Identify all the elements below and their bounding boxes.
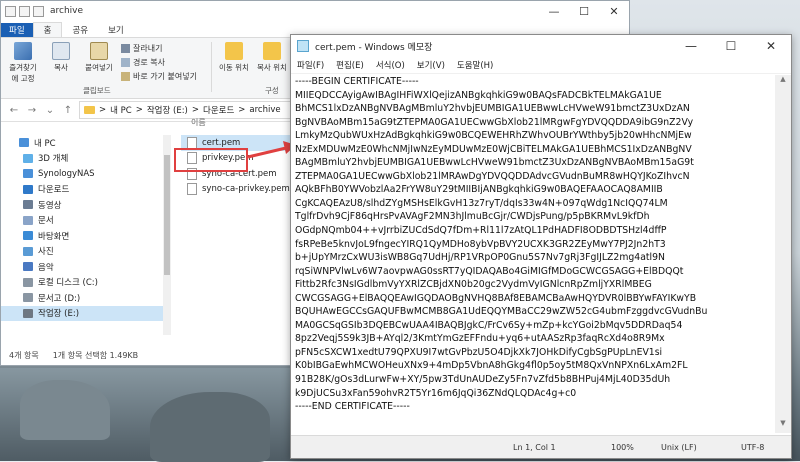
explorer-title: archive [50,6,84,16]
tab-view[interactable]: 보기 [98,23,134,37]
nav-item-local-disk-c[interactable]: 로컬 디스크 (C:) [1,275,171,291]
forward-arrow-icon[interactable]: → [25,105,39,116]
organize-group-label: 구성 [265,86,279,95]
nav-scrollbar[interactable] [163,135,171,335]
notepad-menubar: 파일(F) 편집(E) 서식(O) 보기(V) 도움말(H) [291,57,791,74]
nav-item-drive-e[interactable]: 작업장 (E:) [1,305,171,321]
document-icon [23,215,33,225]
column-header-name[interactable]: 이름 [181,115,291,129]
nav-item-pictures[interactable]: 사진 [1,244,171,260]
background-rock [150,392,270,462]
tab-home[interactable]: 홈 [32,22,63,37]
drive-icon [23,293,33,303]
highlight-box [174,148,248,172]
folder-icon[interactable] [5,5,16,17]
zoom-level: 100% [611,442,634,452]
video-icon [23,200,33,210]
navigation-pane: 내 PC 3D 개체 SynologyNAS 다운로드 동영상 문서 바탕화면 … [1,115,171,335]
properties-icon[interactable] [19,5,30,17]
move-folder-icon [224,42,243,60]
clipboard-small-actions: 잘라내기 경로 복사 바로 가기 붙여넣기 [121,42,197,82]
shortcut-icon [121,72,130,81]
nav-item-drive-d[interactable]: 문서고 (D:) [1,290,171,306]
maximize-button[interactable]: ☐ [711,39,751,53]
item-count: 4개 항목 [9,350,39,360]
clipboard-icon [90,42,108,60]
folder-icon [84,106,95,114]
cursor-position: Ln 1, Col 1 [513,442,556,452]
notepad-icon [297,40,309,52]
nav-item-downloads[interactable]: 다운로드 [1,182,171,198]
copy-button[interactable]: 복사 [45,42,77,73]
notepad-titlebar: cert.pem - Windows 메모장 — ☐ ✕ [291,35,791,57]
copy-path-button[interactable]: 경로 복사 [121,57,197,68]
file-icon [187,183,197,196]
notepad-window: cert.pem - Windows 메모장 — ☐ ✕ 파일(F) 편집(E)… [290,34,792,459]
nav-item-3d-objects[interactable]: 3D 개체 [1,151,171,167]
maximize-button[interactable]: ☐ [569,5,599,18]
clipboard-group-label: 클립보드 [83,86,111,95]
new-folder-icon[interactable] [33,5,44,17]
nav-item-videos[interactable]: 동영상 [1,197,171,213]
download-icon [23,184,33,194]
drive-icon [23,308,33,318]
nav-item-music[interactable]: 음악 [1,259,171,275]
menu-edit[interactable]: 편집(E) [336,59,364,71]
explorer-titlebar: archive — ☐ ✕ [1,1,629,21]
notepad-text-area[interactable]: -----BEGIN CERTIFICATE----- MIIEQDCCAyig… [295,75,775,425]
quick-access-toolbar [1,5,44,17]
up-arrow-icon[interactable]: ↑ [61,105,75,116]
scroll-up-icon[interactable]: ▲ [775,75,791,89]
nav-item-synologynas[interactable]: SynologyNAS [1,166,171,182]
encoding: UTF-8 [741,442,765,452]
nav-scrollbar-thumb[interactable] [164,155,170,275]
network-drive-icon [23,169,33,179]
notepad-title: cert.pem - Windows 메모장 [315,42,433,53]
pin-to-quick-access-button[interactable]: 즐겨찾기에 고정 [7,42,39,84]
back-arrow-icon[interactable]: ← [7,105,21,116]
move-to-button[interactable]: 이동 위치 [218,42,250,73]
path-icon [121,58,130,67]
breadcrumb-archive[interactable]: archive [249,105,280,115]
copy-to-button[interactable]: 복사 위치 [256,42,288,73]
menu-format[interactable]: 서식(O) [376,59,405,71]
cut-button[interactable]: 잘라내기 [121,43,197,54]
recent-chevron-icon[interactable]: ⌄ [43,105,57,116]
menu-view[interactable]: 보기(V) [417,59,445,71]
paste-shortcut-button[interactable]: 바로 가기 붙여넣기 [121,71,197,82]
copy-icon [52,42,70,60]
minimize-button[interactable]: — [671,39,711,53]
pin-icon [14,42,32,60]
minimize-button[interactable]: — [539,5,569,18]
scissors-icon [121,44,130,53]
nav-item-documents[interactable]: 문서 [1,213,171,229]
tab-share[interactable]: 공유 [62,23,98,37]
close-button[interactable]: ✕ [751,39,791,53]
notepad-status-bar: Ln 1, Col 1 100% Unix (LF) UTF-8 [291,435,791,458]
nav-item-this-pc[interactable]: 내 PC [1,135,171,151]
paste-button[interactable]: 붙여넣기 [83,42,115,73]
file-icon [187,136,197,149]
computer-icon [19,138,29,148]
file-row-syno-ca-privkey-pem[interactable]: syno-ca-privkey.pem [181,182,291,198]
drive-icon [23,277,33,287]
selection-info: 1개 항목 선택함 1.49KB [52,350,139,360]
menu-help[interactable]: 도움말(H) [457,59,493,71]
scroll-down-icon[interactable]: ▼ [775,419,791,433]
cube-icon [23,153,33,163]
background-rock [20,380,110,440]
line-ending: Unix (LF) [661,442,697,452]
ribbon-divider [210,42,212,92]
music-icon [23,262,33,272]
copy-folder-icon [262,42,281,60]
desktop-icon [23,231,33,241]
close-button[interactable]: ✕ [599,5,629,18]
tab-file[interactable]: 파일 [1,23,33,37]
menu-file[interactable]: 파일(F) [297,59,324,71]
notepad-vertical-scrollbar[interactable]: ▲ ▼ [775,75,791,433]
nav-item-desktop[interactable]: 바탕화면 [1,228,171,244]
picture-icon [23,246,33,256]
